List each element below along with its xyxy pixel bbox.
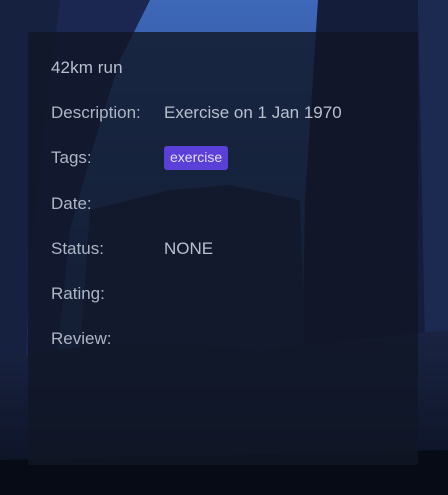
status-row: Status: NONE xyxy=(51,237,213,261)
status-value: NONE xyxy=(164,239,214,258)
status-label: Status: xyxy=(51,239,104,258)
tag-chip-exercise[interactable]: exercise xyxy=(164,146,229,170)
description-label: Description: xyxy=(51,103,141,122)
rating-label: Rating: xyxy=(51,284,105,303)
date-row: Date: xyxy=(51,192,164,216)
description-row: Description: Exercise on 1 Jan 1970 xyxy=(51,101,342,125)
tags-label: Tags: xyxy=(51,148,92,167)
rating-row: Rating: xyxy=(51,282,164,306)
review-label: Review: xyxy=(51,329,112,348)
info-card: 42km run Description: Exercise on 1 Jan … xyxy=(28,32,418,465)
review-row: Review: xyxy=(51,327,164,351)
tags-row: Tags: exercise xyxy=(51,146,229,170)
card-title: 42km run xyxy=(51,58,123,77)
date-label: Date: xyxy=(51,194,92,213)
description-value: Exercise on 1 Jan 1970 xyxy=(164,103,342,122)
